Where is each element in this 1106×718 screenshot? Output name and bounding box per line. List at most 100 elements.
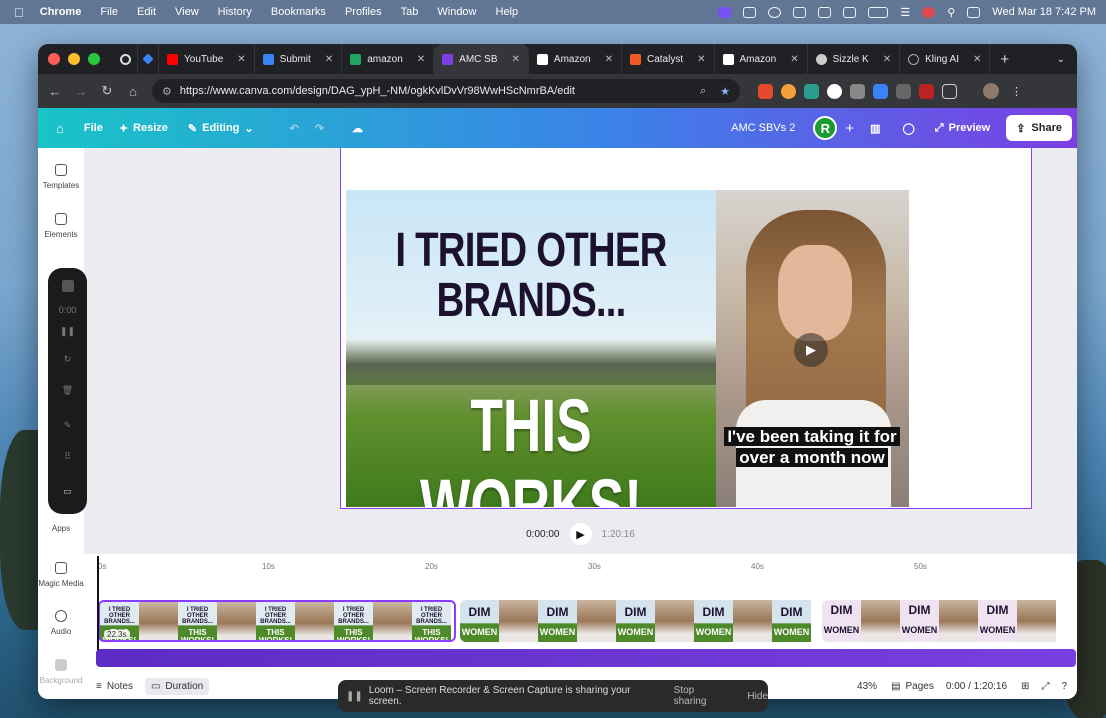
restart-icon[interactable]: ↻ <box>48 354 87 365</box>
design-title[interactable]: AMC SBVs 2 <box>731 122 795 134</box>
zoom-window-button[interactable] <box>88 53 100 65</box>
grid-view-icon[interactable]: ⊞ <box>1021 681 1029 692</box>
tab-sizzle[interactable]: Sizzle K ✕ <box>808 44 901 74</box>
extension-icon[interactable] <box>896 83 911 99</box>
tab-kling[interactable]: Kling AI ✕ <box>900 44 991 74</box>
status-icon[interactable] <box>743 6 757 18</box>
back-icon[interactable]: ← <box>42 84 68 99</box>
zoom-level[interactable]: 43% <box>857 681 877 692</box>
close-tab-icon[interactable]: ✕ <box>973 54 981 65</box>
collaborator-avatar[interactable]: R <box>813 116 838 140</box>
zoom-icon[interactable]: ⌕ <box>700 85 706 98</box>
tab-youtube[interactable]: YouTube ✕ <box>159 44 255 74</box>
extension-icon[interactable] <box>827 83 842 99</box>
status-icon[interactable] <box>843 6 857 18</box>
home-icon[interactable]: ⌂ <box>56 121 64 136</box>
menu-edit[interactable]: Edit <box>137 6 156 18</box>
sidebar-item-audio[interactable]: Audio <box>38 610 84 636</box>
close-tab-icon[interactable]: ✕ <box>883 54 891 65</box>
menu-app-name[interactable]: Chrome <box>40 6 82 18</box>
tab-pinned[interactable] <box>138 44 159 74</box>
sidebar-item-templates[interactable]: Templates <box>38 164 84 190</box>
menu-tab[interactable]: Tab <box>401 6 419 18</box>
menu-bookmarks[interactable]: Bookmarks <box>271 6 326 18</box>
delete-icon[interactable]: 🗑 <box>48 385 87 396</box>
timeline-clip-1[interactable]: I TRIED OTHER BRANDS... THIS WORKS! I TRI… <box>98 600 456 642</box>
add-collaborator-icon[interactable]: + <box>845 120 854 137</box>
menu-file[interactable]: File <box>100 6 118 18</box>
close-tab-icon[interactable]: ✕ <box>237 54 245 65</box>
video-caption[interactable]: I've been taking it for over a month now <box>721 426 903 468</box>
duration-button[interactable]: ▭ Duration <box>144 678 210 695</box>
play-button[interactable]: ▶ <box>569 523 592 545</box>
timeline-clip-2[interactable]: DIM WOMEN DIM WOMEN DIM WOMEN DIM WOMEN DIM W… <box>460 600 818 642</box>
share-button[interactable]: ⇪ Share <box>1006 115 1072 141</box>
camera-icon[interactable]: ▭ <box>48 486 87 497</box>
reload-icon[interactable]: ↻ <box>94 83 120 99</box>
headline-top-text[interactable]: I TRIED OTHER BRANDS... <box>383 226 679 326</box>
menu-view[interactable]: View <box>175 6 199 18</box>
apple-icon[interactable]:  <box>14 5 24 20</box>
sidebar-item-apps[interactable]: Apps <box>38 524 84 533</box>
site-info-icon[interactable]: ⚙ <box>162 85 172 98</box>
tab-catalyst[interactable]: Catalyst ✕ <box>622 44 715 74</box>
sidebar-item-background[interactable]: Background <box>38 659 84 685</box>
testimonial-video[interactable]: ▶ I've been taking it for over a month n… <box>716 190 909 507</box>
tab-amazon[interactable]: Amazon ✕ <box>715 44 808 74</box>
comment-icon[interactable]: ◯ <box>902 122 914 135</box>
tab-amc-sb[interactable]: AMC SB ✕ <box>434 44 529 74</box>
cloud-saved-icon[interactable]: ☁ <box>352 122 363 135</box>
menu-help[interactable]: Help <box>496 6 519 18</box>
control-center-icon[interactable] <box>967 6 981 18</box>
url-field[interactable]: ⚙ https://www.canva.com/design/DAG_ypH_-… <box>152 79 740 103</box>
fullscreen-icon[interactable]: ⤢ <box>1041 681 1049 692</box>
more-menu-icon[interactable]: ⋮ <box>1011 85 1022 98</box>
tab-search-button[interactable]: ⌄ <box>1057 54 1065 65</box>
sidebar-item-magic-media[interactable]: Magic Media <box>38 562 84 588</box>
file-menu-button[interactable]: File <box>84 122 103 134</box>
stop-sharing-button[interactable]: Stop sharing <box>674 685 728 707</box>
menu-profiles[interactable]: Profiles <box>345 6 382 18</box>
stop-recording-button[interactable] <box>48 280 87 294</box>
extensions-puzzle-icon[interactable] <box>942 83 957 99</box>
status-icon[interactable] <box>818 6 832 18</box>
extension-icon[interactable] <box>850 83 865 99</box>
pages-button[interactable]: ▤ Pages <box>891 681 934 692</box>
extension-icon[interactable] <box>758 83 773 99</box>
forward-icon[interactable]: → <box>68 84 94 99</box>
undo-icon[interactable]: ↶ <box>290 122 299 135</box>
tab-submit[interactable]: Submit ✕ <box>255 44 343 74</box>
battery-icon[interactable] <box>868 6 889 18</box>
close-tab-icon[interactable]: ✕ <box>325 54 333 65</box>
close-tab-icon[interactable]: ✕ <box>605 54 613 65</box>
close-tab-icon[interactable]: ✕ <box>417 54 425 65</box>
close-window-button[interactable] <box>48 53 60 65</box>
loom-status-icon[interactable] <box>718 6 732 18</box>
extension-icon[interactable] <box>804 83 819 99</box>
video-play-button[interactable]: ▶ <box>794 333 828 367</box>
editing-mode-button[interactable]: ✎ Editing ⌄ <box>188 122 254 135</box>
help-icon[interactable]: ? <box>1061 681 1067 692</box>
headline-bottom-text[interactable]: THIS WORKS! <box>398 386 664 508</box>
status-icon[interactable] <box>793 6 807 18</box>
notes-button[interactable]: ≡ Notes <box>96 681 133 692</box>
design-page[interactable]: I TRIED OTHER BRANDS... THIS WORKS! ▶ I'… <box>340 148 1032 509</box>
new-tab-button[interactable]: + <box>1000 51 1009 68</box>
timeline-playhead[interactable] <box>97 556 99 651</box>
extension-icon[interactable] <box>781 83 796 99</box>
sidebar-item-elements[interactable]: Elements <box>38 213 84 239</box>
pause-icon[interactable]: ❚❚ <box>48 326 87 337</box>
timeline-clip-3[interactable]: DIM WOMEN DIM WOMEN DIM WOMEN <box>822 600 1077 642</box>
clock[interactable]: Wed Mar 18 7:42 PM <box>992 6 1096 18</box>
menu-window[interactable]: Window <box>437 6 476 18</box>
tab-amazon[interactable]: Amazon ✕ <box>529 44 622 74</box>
wifi-icon[interactable]: ☰ <box>900 6 910 19</box>
draw-icon[interactable]: ✎ <box>48 420 87 431</box>
audio-track[interactable] <box>96 649 1076 667</box>
close-tab-icon[interactable]: ✕ <box>512 54 520 65</box>
extension-icon[interactable] <box>873 83 888 99</box>
hide-button[interactable]: Hide <box>747 691 768 702</box>
tab-pinned[interactable] <box>114 44 138 74</box>
record-icon[interactable] <box>922 6 936 18</box>
search-icon[interactable]: ⚲ <box>947 6 955 19</box>
